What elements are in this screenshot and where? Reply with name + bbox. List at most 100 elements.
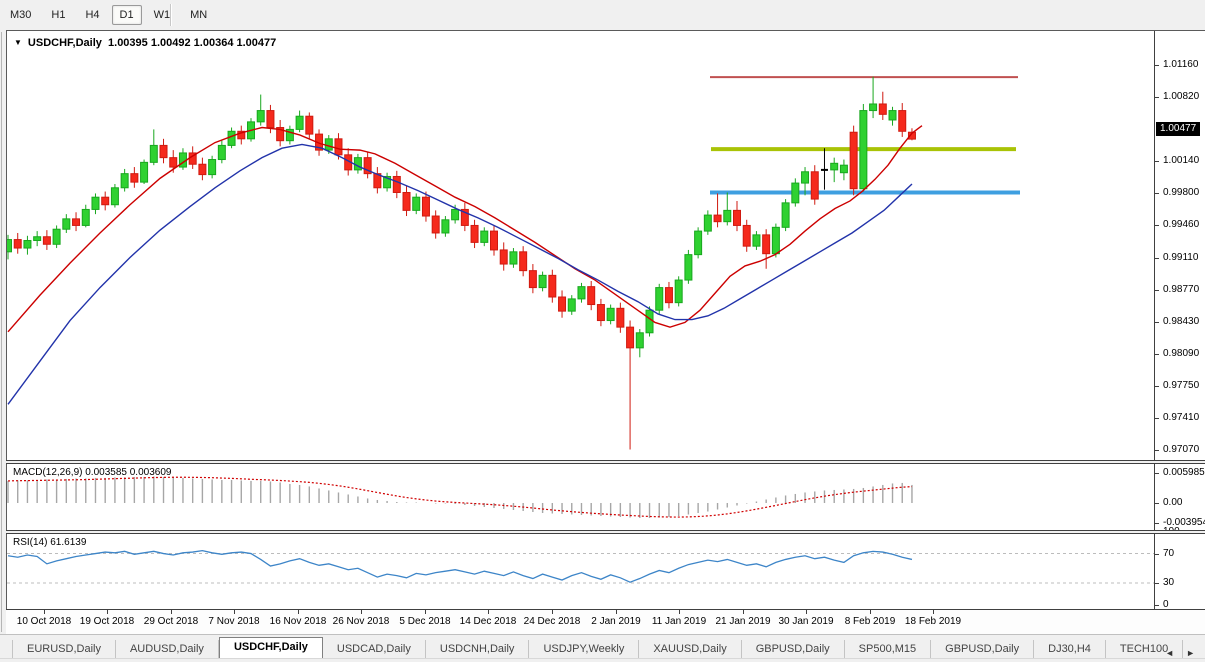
rsi-axis-label: 70 bbox=[1163, 548, 1174, 559]
chart-menu-dropdown-icon[interactable]: ▼ bbox=[14, 38, 22, 47]
chart-tab-gbpusd[interactable]: GBPUSD,Daily bbox=[742, 640, 845, 659]
chart-tab-eurusd[interactable]: EURUSD,Daily bbox=[13, 640, 116, 659]
bearish-candle bbox=[306, 116, 313, 134]
date-label: 8 Feb 2019 bbox=[845, 616, 896, 627]
date-axis: 10 Oct 201819 Oct 201829 Oct 20187 Nov 2… bbox=[6, 610, 1205, 634]
date-label: 11 Jan 2019 bbox=[652, 616, 706, 627]
price-label-tick bbox=[1155, 65, 1159, 66]
bullish-candle bbox=[218, 145, 225, 159]
macd-axis-label: 0.005985 bbox=[1163, 467, 1205, 478]
price-label: 0.99800 bbox=[1163, 187, 1199, 198]
timeframe-button-d1[interactable]: D1 bbox=[112, 5, 142, 25]
bearish-candle bbox=[529, 271, 536, 288]
timeframe-button-w1[interactable]: W1 bbox=[146, 5, 179, 25]
bearish-candle bbox=[763, 235, 770, 254]
bullish-candle bbox=[63, 219, 70, 229]
date-tick bbox=[552, 610, 553, 614]
bearish-candle bbox=[627, 327, 634, 348]
rsi-axis-label-tick bbox=[1155, 554, 1159, 555]
date-label: 5 Dec 2018 bbox=[399, 616, 450, 627]
main-price-chart[interactable] bbox=[7, 31, 1154, 460]
macd-axis-label-tick bbox=[1155, 473, 1159, 474]
price-label-tick bbox=[1155, 386, 1159, 387]
chart-tabs-bar: EURUSD,DailyAUDUSD,DailyUSDCHF,DailyUSDC… bbox=[0, 634, 1205, 659]
date-tick bbox=[298, 610, 299, 614]
bullish-candle bbox=[675, 280, 682, 303]
bullish-candle bbox=[889, 111, 896, 120]
bearish-candle bbox=[559, 297, 566, 311]
date-label: 10 Oct 2018 bbox=[17, 616, 71, 627]
window-left-edge bbox=[1, 32, 2, 632]
chart-tab-usdchf[interactable]: USDCHF,Daily bbox=[219, 637, 323, 660]
bullish-candle bbox=[840, 165, 847, 173]
bearish-candle bbox=[102, 197, 109, 205]
bullish-candle bbox=[228, 131, 235, 145]
chart-tab-usdjpy[interactable]: USDJPY,Weekly bbox=[529, 640, 639, 659]
bullish-candle bbox=[141, 162, 148, 182]
bearish-candle bbox=[491, 231, 498, 250]
chart-tab-gbpusd[interactable]: GBPUSD,Daily bbox=[931, 640, 1034, 659]
chart-tab-dj30[interactable]: DJ30,H4 bbox=[1034, 640, 1106, 659]
tab-stub bbox=[0, 640, 13, 659]
bullish-candle bbox=[121, 174, 128, 188]
chart-tab-audusd[interactable]: AUDUSD,Daily bbox=[116, 640, 219, 659]
current-price-tag: 1.00477 bbox=[1156, 122, 1200, 136]
bearish-candle bbox=[597, 305, 604, 321]
price-label: 1.00140 bbox=[1163, 155, 1199, 166]
chart-tab-usdcad[interactable]: USDCAD,Daily bbox=[323, 640, 426, 659]
bullish-candle bbox=[724, 210, 731, 221]
rsi-axis-label-tick bbox=[1155, 583, 1159, 584]
bearish-candle bbox=[879, 104, 886, 114]
macd-panel[interactable] bbox=[7, 464, 1154, 530]
chart-tab-xauusd[interactable]: XAUUSD,Daily bbox=[639, 640, 741, 659]
price-axis: 1.011601.008201.001400.998000.994600.991… bbox=[1154, 31, 1205, 609]
chart-title: ▼USDCHF,Daily 1.00395 1.00492 1.00364 1.… bbox=[14, 37, 276, 49]
price-label-tick bbox=[1155, 258, 1159, 259]
bullish-candle bbox=[53, 229, 60, 244]
price-label: 1.00820 bbox=[1163, 91, 1199, 102]
chart-symbol-label: USDCHF,Daily bbox=[28, 37, 102, 49]
bullish-candle bbox=[452, 209, 459, 219]
date-label: 2 Jan 2019 bbox=[591, 616, 641, 627]
macd-axis-label: 0.00 bbox=[1163, 497, 1182, 508]
timeframe-button-h4[interactable]: H4 bbox=[77, 5, 107, 25]
bearish-candle bbox=[743, 225, 750, 246]
bullish-candle bbox=[802, 172, 809, 183]
date-label: 29 Oct 2018 bbox=[144, 616, 198, 627]
price-label-tick bbox=[1155, 322, 1159, 323]
bullish-candle bbox=[481, 231, 488, 242]
bearish-candle bbox=[43, 237, 50, 245]
date-tick bbox=[679, 610, 680, 614]
date-tick bbox=[933, 610, 934, 614]
ohlc-close: 1.00477 bbox=[237, 37, 277, 49]
chart-tab-usdcnh[interactable]: USDCNH,Daily bbox=[426, 640, 530, 659]
bearish-candle bbox=[393, 176, 400, 192]
tab-scroll-arrows: ◄► bbox=[1159, 648, 1201, 658]
bullish-candle bbox=[442, 220, 449, 233]
bearish-candle bbox=[850, 132, 857, 188]
bearish-candle bbox=[665, 288, 672, 303]
timeframe-button-m30[interactable]: M30 bbox=[2, 5, 39, 25]
price-label: 0.99460 bbox=[1163, 219, 1199, 230]
rsi-axis-label-tick bbox=[1155, 605, 1159, 606]
splitter-macd-rsi[interactable] bbox=[6, 530, 1205, 534]
timeframe-button-mn[interactable]: MN bbox=[182, 5, 215, 25]
price-label-tick bbox=[1155, 97, 1159, 98]
bullish-candle bbox=[354, 158, 361, 170]
price-label: 0.98090 bbox=[1163, 348, 1199, 359]
bearish-candle bbox=[403, 192, 410, 210]
timeframe-button-h1[interactable]: H1 bbox=[43, 5, 73, 25]
ohlc-open: 1.00395 bbox=[108, 37, 148, 49]
rsi-panel[interactable] bbox=[7, 534, 1154, 609]
bearish-candle bbox=[160, 145, 167, 157]
price-label: 0.98770 bbox=[1163, 284, 1199, 295]
splitter-main-macd[interactable] bbox=[6, 460, 1205, 464]
date-tick bbox=[234, 610, 235, 614]
date-tick bbox=[806, 610, 807, 614]
chart-tab-sp500[interactable]: SP500,M15 bbox=[845, 640, 931, 659]
bearish-candle bbox=[432, 216, 439, 233]
price-label-tick bbox=[1155, 290, 1159, 291]
bullish-candle bbox=[296, 116, 303, 129]
date-label: 7 Nov 2018 bbox=[208, 616, 259, 627]
date-label: 21 Jan 2019 bbox=[715, 616, 770, 627]
